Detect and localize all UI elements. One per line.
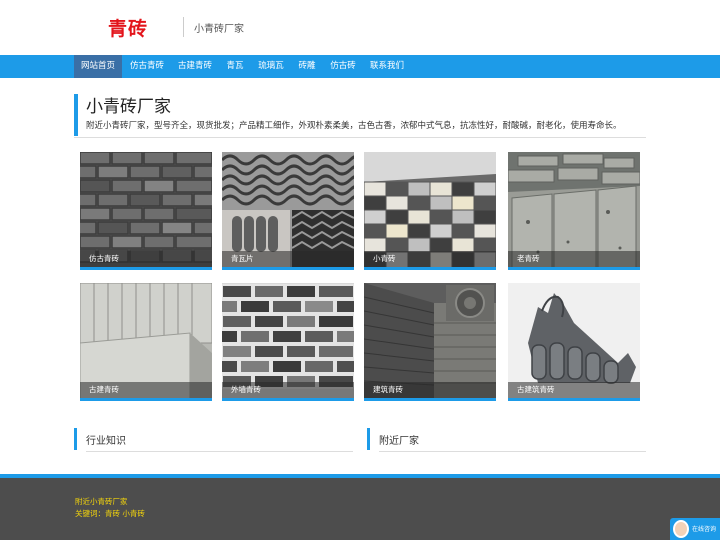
product-caption: 古建青砖 xyxy=(80,382,212,398)
page-title: 小青砖厂家 xyxy=(86,97,171,117)
nav-item-brick-carving[interactable]: 砖雕 xyxy=(294,55,320,78)
footer-site-name[interactable]: 附近小青砖厂家 xyxy=(75,496,128,507)
footer-keywords: 关键词：青砖 小青砖 xyxy=(75,509,145,518)
product-card-antique-bricks[interactable]: 仿古青砖 xyxy=(80,152,212,270)
online-chat-button[interactable]: 在线咨询 xyxy=(670,518,720,540)
nav-item-home[interactable]: 网站首页 xyxy=(74,55,122,78)
nav-item-grey-tiles[interactable]: 青瓦 xyxy=(222,55,248,78)
product-card-exterior-bricks[interactable]: 外墙青砖 xyxy=(222,283,354,401)
nav-item-ancient-bricks[interactable]: 古建青砖 xyxy=(174,55,216,78)
site-header: 青砖 小青砖厂家 xyxy=(0,0,720,55)
nav-item-antique-tiles[interactable]: 仿古砖 xyxy=(326,55,360,78)
product-caption: 外墙青砖 xyxy=(222,382,354,398)
section-accent-bar xyxy=(367,428,370,450)
product-card-old-bricks[interactable]: 老青砖 xyxy=(508,152,640,270)
section-title-nearby[interactable]: 附近厂家 xyxy=(379,432,419,447)
header-divider xyxy=(183,17,184,37)
product-caption: 仿古青砖 xyxy=(80,251,212,267)
page-description: 附近小青砖厂家，型号齐全，现货批发；产品精工细作，外观朴素柔美，古色古香，浓郁中… xyxy=(86,121,622,131)
nav-item-contact[interactable]: 联系我们 xyxy=(366,55,408,78)
section-title-industry[interactable]: 行业知识 xyxy=(86,432,126,447)
product-card-building-bricks[interactable]: 建筑青砖 xyxy=(364,283,496,401)
section-divider xyxy=(379,451,646,452)
title-accent-bar xyxy=(74,94,78,136)
chat-label: 在线咨询 xyxy=(692,526,717,533)
title-divider xyxy=(74,137,646,138)
site-logo[interactable]: 青砖 xyxy=(108,14,148,41)
site-tagline: 小青砖厂家 xyxy=(194,24,244,35)
main-nav: 网站首页 仿古青砖 古建青砖 青瓦 琉璃瓦 砖雕 仿古砖 联系我们 xyxy=(0,55,720,78)
product-card-ancient-building-bricks[interactable]: 古建筑青砖 xyxy=(508,283,640,401)
product-caption: 建筑青砖 xyxy=(364,382,496,398)
product-caption: 小青砖 xyxy=(364,251,496,267)
product-card-ancient-bricks[interactable]: 古建青砖 xyxy=(80,283,212,401)
customer-service-avatar-icon xyxy=(673,520,689,538)
product-caption: 古建筑青砖 xyxy=(508,382,640,398)
nav-item-antique-bricks[interactable]: 仿古青砖 xyxy=(126,55,168,78)
product-caption: 青瓦片 xyxy=(222,251,354,267)
product-card-grey-tiles[interactable]: 青瓦片 xyxy=(222,152,354,270)
nav-item-glazed-tiles[interactable]: 琉璃瓦 xyxy=(254,55,288,78)
section-divider xyxy=(86,451,353,452)
product-caption: 老青砖 xyxy=(508,251,640,267)
product-card-small-bricks[interactable]: 小青砖 xyxy=(364,152,496,270)
section-accent-bar xyxy=(74,428,77,450)
